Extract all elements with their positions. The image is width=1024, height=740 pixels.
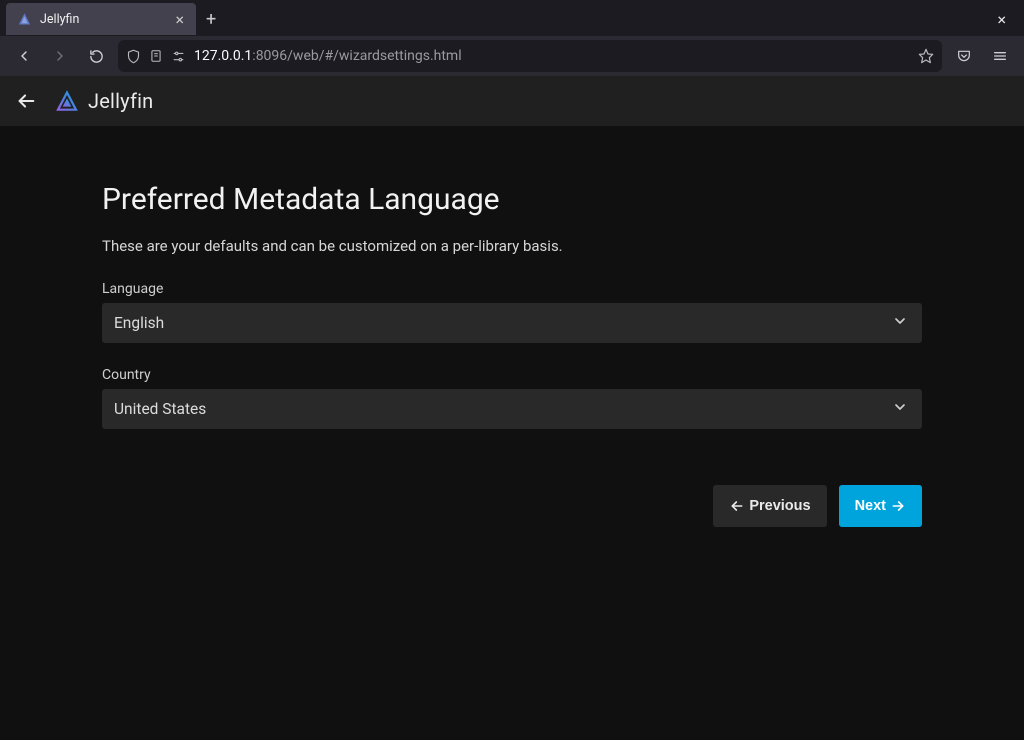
new-tab-button[interactable]: + bbox=[196, 9, 226, 30]
next-button-label: Next bbox=[855, 498, 886, 514]
previous-button-label: Previous bbox=[749, 498, 810, 514]
app-logo[interactable]: Jellyfin bbox=[54, 88, 153, 114]
shield-icon[interactable] bbox=[126, 49, 141, 64]
country-select[interactable]: United States bbox=[102, 389, 922, 429]
jellyfin-logo-icon bbox=[54, 88, 80, 114]
page-subtitle: These are your defaults and can be custo… bbox=[102, 237, 922, 255]
previous-button[interactable]: Previous bbox=[713, 485, 826, 527]
arrow-right-icon bbox=[890, 498, 906, 514]
language-select-value: English bbox=[114, 314, 164, 332]
app-logo-text: Jellyfin bbox=[88, 89, 153, 113]
language-label: Language bbox=[102, 281, 922, 297]
browser-toolbar: 127.0.0.1:8096/web/#/wizardsettings.html bbox=[0, 36, 1024, 76]
address-bar[interactable]: 127.0.0.1:8096/web/#/wizardsettings.html bbox=[118, 40, 942, 72]
tab-close-icon[interactable]: × bbox=[173, 10, 186, 29]
chevron-down-icon bbox=[892, 399, 908, 419]
nav-back-button[interactable] bbox=[10, 42, 38, 70]
field-country: Country United States bbox=[102, 367, 922, 429]
nav-reload-button[interactable] bbox=[82, 42, 110, 70]
bookmark-icon[interactable] bbox=[918, 48, 934, 64]
url-host: 127.0.0.1 bbox=[194, 48, 252, 64]
tab-favicon-icon bbox=[16, 11, 32, 27]
chevron-down-icon bbox=[892, 313, 908, 333]
tab-title: Jellyfin bbox=[40, 12, 165, 27]
field-language: Language English bbox=[102, 281, 922, 343]
browser-chrome: Jellyfin × + × 127.0.0.1:8096/web bbox=[0, 0, 1024, 76]
address-url[interactable]: 127.0.0.1:8096/web/#/wizardsettings.html bbox=[194, 48, 910, 64]
country-select-value: United States bbox=[114, 400, 206, 418]
url-path: :8096/web/#/wizardsettings.html bbox=[252, 48, 461, 64]
language-select[interactable]: English bbox=[102, 303, 922, 343]
back-button[interactable] bbox=[12, 87, 40, 115]
pocket-icon[interactable] bbox=[950, 42, 978, 70]
nav-forward-button[interactable] bbox=[46, 42, 74, 70]
permissions-icon[interactable] bbox=[171, 49, 186, 64]
country-label: Country bbox=[102, 367, 922, 383]
app-header: Jellyfin bbox=[0, 76, 1024, 126]
arrow-left-icon bbox=[729, 498, 745, 514]
browser-tab[interactable]: Jellyfin × bbox=[6, 3, 196, 35]
wizard-container: Preferred Metadata Language These are yo… bbox=[102, 182, 922, 527]
wizard-buttons: Previous Next bbox=[102, 485, 922, 527]
page-info-icon[interactable] bbox=[149, 49, 163, 63]
next-button[interactable]: Next bbox=[839, 485, 922, 527]
page-content: Preferred Metadata Language These are yo… bbox=[0, 126, 1024, 740]
app-menu-icon[interactable] bbox=[986, 42, 1014, 70]
page-title: Preferred Metadata Language bbox=[102, 182, 922, 217]
window-close-icon[interactable]: × bbox=[985, 10, 1018, 29]
tab-bar: Jellyfin × + × bbox=[0, 0, 1024, 36]
